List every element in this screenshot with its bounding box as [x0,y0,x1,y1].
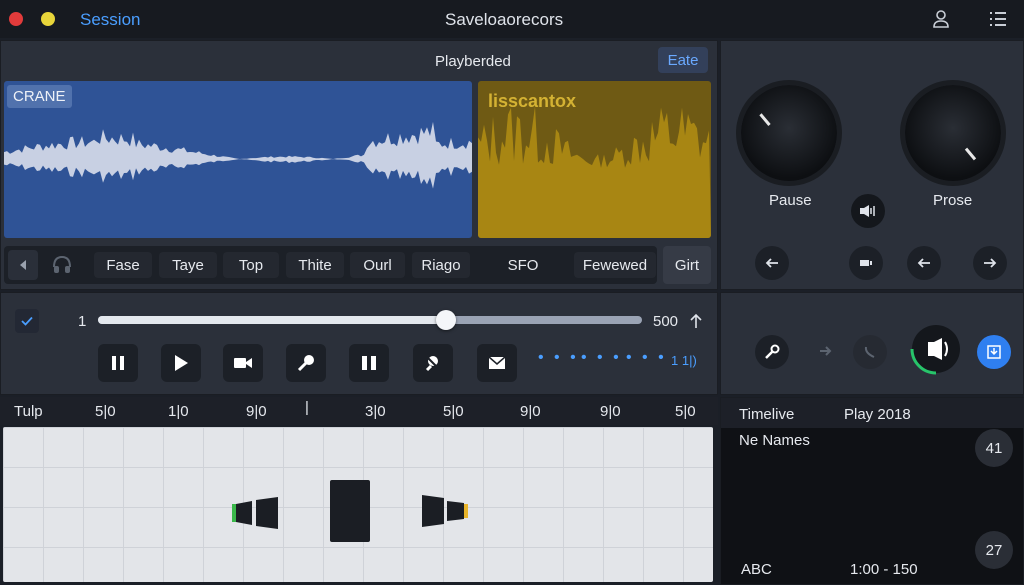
play-icon [175,355,188,371]
timeline-info-subtitle: Play 2018 [844,406,911,423]
phone-icon[interactable] [853,335,887,369]
checkbox[interactable] [15,309,39,333]
minimize-window-button[interactable] [41,12,55,26]
title-bar: Session Saveloaorecors [0,0,1024,38]
arrow-right-icon [819,344,835,358]
tab-thite[interactable]: Thite [286,252,344,278]
slider-max-label: 500 [653,313,679,330]
ruler-tick: 5|0 [675,403,696,420]
app-label[interactable]: Session [80,10,140,30]
speaker-icon[interactable] [851,194,885,228]
microphone-icon [297,355,314,372]
tab-sfo[interactable]: SFO [494,252,552,278]
wrench-icon[interactable] [755,335,789,369]
pause-knob[interactable] [741,85,837,181]
slider-min-label: 1 [78,313,87,330]
prose-knob-indicator [964,147,977,161]
mail-button[interactable] [477,344,517,382]
timeline-grid[interactable] [3,427,713,582]
player-header: Playberded [435,53,511,70]
ruler-tick: 5|0 [443,403,464,420]
pause-button[interactable] [98,344,138,382]
headphones-icon[interactable] [50,253,74,277]
tab-ourl[interactable]: Ourl [350,252,405,278]
footer-left-label: ABC [741,561,772,578]
tab-top[interactable]: Top [223,252,279,278]
ruler-tick: 9|0 [520,403,541,420]
forward-arrow-icon[interactable] [973,246,1007,280]
tab-fewewed[interactable]: Fewewed [574,252,656,278]
pause-icon [112,356,124,370]
pause-knob-indicator [759,113,771,126]
menu-list-icon[interactable] [988,9,1008,29]
eate-button[interactable]: Eate [658,47,708,73]
play-button[interactable] [161,344,201,382]
download-icon[interactable] [977,335,1011,369]
ruler-tick: 5|0 [95,403,116,420]
caret-left-icon[interactable] [8,250,38,280]
track-tab-bar: Fase Taye Top Thite Ourl Riago SFO Fewew… [4,246,657,284]
tab-riago[interactable]: Riago [412,252,470,278]
close-window-button[interactable] [9,12,23,26]
camera-button[interactable] [223,344,263,382]
timeline-info-panel: Timelive Play 2018 Ne Names 41 27 ABC 1:… [720,397,1024,585]
video-camera-icon [234,358,252,368]
timeline-ruler: Tulp 5|0 1|0 9|0 | 3|0 5|0 9|0 9|0 5|0 [0,397,718,425]
ruler-tick: 3|0 [365,403,386,420]
ruler-label: Tulp [14,403,43,420]
dots-label: 1 1|) [671,353,697,368]
gold-track-label: lisscantox [488,91,577,111]
right-clip-block[interactable] [420,493,470,529]
mic-off-icon [425,355,441,372]
pause-button-2[interactable] [349,344,389,382]
microphone-button[interactable] [286,344,326,382]
ruler-tick: 9|0 [246,403,267,420]
position-slider-fill [98,316,447,324]
pause-icon [362,356,376,370]
window-title: Saveloaorecors [445,10,564,29]
tab-fase[interactable]: Fase [94,252,152,278]
back-arrow-icon[interactable] [755,246,789,280]
pause-knob-label: Pause [769,192,812,209]
gold-track-waveform[interactable]: lisscantox [478,81,711,238]
names-label: Ne Names [739,432,810,449]
center-clip-block[interactable] [330,480,370,542]
count-badge-bottom[interactable]: 27 [975,531,1013,569]
user-icon[interactable] [930,8,952,30]
dots-indicator-3: • • • [626,349,667,366]
player-panel: Playberded Eate CRANE lisscantox Fase Ta… [0,40,718,290]
mute-mic-button[interactable] [413,344,453,382]
blue-track-label: CRANE [7,85,72,108]
ruler-tick: 9|0 [600,403,621,420]
time-range-label: 1:00 - 150 [850,561,918,578]
ruler-tick: 1|0 [168,403,189,420]
playhead-marker[interactable]: | [305,399,309,416]
blue-track-waveform[interactable]: CRANE [4,81,472,238]
prose-knob-label: Prose [933,192,973,209]
dots-indicator-1: • • • [538,349,579,366]
transport-panel: 1 500 • • • • • • • • • 1 1|) [0,292,718,395]
stop-icon[interactable] [849,246,883,280]
record-level-ring[interactable] [907,320,965,378]
count-badge-top[interactable]: 41 [975,429,1013,467]
up-arrow-icon[interactable] [689,313,703,329]
tools-panel [720,292,1024,395]
girt-button[interactable]: Girt [663,246,711,284]
left-clip-block[interactable] [232,497,284,529]
position-slider-thumb[interactable] [436,310,457,330]
envelope-icon [488,356,506,369]
dots-indicator-2: • • • [581,349,622,366]
position-slider-track[interactable] [98,310,642,330]
prose-knob[interactable] [905,85,1001,181]
tab-taye[interactable]: Taye [159,252,217,278]
knobs-panel: Pause Prose [720,40,1024,290]
timeline-info-title: Timelive [739,406,795,423]
previous-arrow-icon[interactable] [907,246,941,280]
